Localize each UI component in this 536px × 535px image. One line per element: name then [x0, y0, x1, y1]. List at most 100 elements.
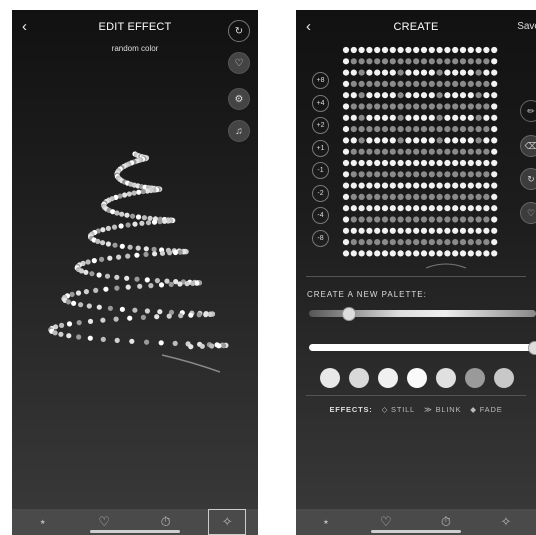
- led-dot[interactable]: [413, 216, 420, 223]
- led-dot[interactable]: [342, 126, 350, 133]
- led-dot[interactable]: [342, 159, 350, 167]
- led-dot[interactable]: [358, 69, 365, 76]
- led-dot[interactable]: [397, 193, 404, 200]
- led-dot[interactable]: [405, 137, 412, 144]
- led-dot[interactable]: [350, 159, 357, 167]
- led-dot[interactable]: [405, 69, 412, 76]
- led-dot[interactable]: [459, 148, 467, 155]
- led-dot[interactable]: [342, 182, 350, 189]
- led-dot[interactable]: [467, 92, 474, 99]
- led-dot[interactable]: [358, 148, 365, 155]
- led-dot[interactable]: [444, 205, 451, 212]
- led-dot[interactable]: [342, 58, 350, 65]
- led-dot[interactable]: [444, 159, 451, 167]
- led-dot[interactable]: [366, 46, 373, 54]
- led-dot[interactable]: [358, 126, 365, 133]
- led-dot[interactable]: [428, 80, 435, 87]
- led-dot[interactable]: [389, 114, 396, 121]
- led-dot[interactable]: [389, 250, 396, 257]
- led-dot[interactable]: [444, 227, 451, 234]
- led-dot[interactable]: [491, 227, 498, 234]
- led-dot[interactable]: [475, 80, 482, 87]
- led-dot[interactable]: [444, 148, 451, 155]
- led-dot[interactable]: [381, 69, 389, 76]
- led-dot[interactable]: [467, 58, 474, 65]
- led-dot[interactable]: [436, 103, 443, 110]
- color-swatch[interactable]: [494, 368, 514, 388]
- led-dot[interactable]: [452, 46, 459, 54]
- led-dot[interactable]: [389, 92, 396, 99]
- led-dot[interactable]: [428, 216, 435, 223]
- led-dot[interactable]: [358, 193, 365, 200]
- led-dot[interactable]: [444, 171, 451, 178]
- led-dot[interactable]: [420, 148, 428, 155]
- led-dot[interactable]: [436, 148, 443, 155]
- led-dot[interactable]: [358, 46, 365, 54]
- led-dot[interactable]: [405, 193, 412, 200]
- led-dot[interactable]: [350, 92, 357, 99]
- led-dot[interactable]: [475, 227, 482, 234]
- led-dot[interactable]: [436, 182, 443, 189]
- led-dot[interactable]: [397, 80, 404, 87]
- effect-still[interactable]: ◇ STILL: [382, 405, 415, 414]
- led-dot[interactable]: [428, 126, 435, 133]
- led-dot[interactable]: [483, 250, 490, 257]
- led-dot[interactable]: [350, 182, 357, 189]
- led-dot[interactable]: [475, 159, 482, 167]
- led-dot[interactable]: [467, 193, 474, 200]
- led-dot[interactable]: [491, 239, 498, 246]
- led-dot[interactable]: [459, 227, 467, 234]
- led-dot[interactable]: [413, 58, 420, 65]
- led-dot[interactable]: [444, 80, 451, 87]
- led-dot[interactable]: [350, 58, 357, 65]
- refresh-icon[interactable]: ↻: [520, 168, 536, 190]
- led-dot[interactable]: [342, 239, 350, 246]
- led-dot[interactable]: [483, 46, 490, 54]
- led-dot[interactable]: [475, 239, 482, 246]
- led-dot[interactable]: [467, 80, 474, 87]
- led-dot[interactable]: [483, 171, 490, 178]
- led-dot[interactable]: [491, 58, 498, 65]
- led-dot[interactable]: [397, 58, 404, 65]
- led-dot[interactable]: [467, 205, 474, 212]
- led-dot[interactable]: [413, 69, 420, 76]
- led-dot[interactable]: [420, 171, 428, 178]
- led-dot[interactable]: [420, 58, 428, 65]
- led-dot[interactable]: [405, 171, 412, 178]
- led-dot[interactable]: [444, 58, 451, 65]
- led-dot[interactable]: [483, 69, 490, 76]
- led-dot[interactable]: [374, 92, 381, 99]
- led-dot[interactable]: [428, 171, 435, 178]
- led-dot[interactable]: [405, 46, 412, 54]
- color-swatch[interactable]: [320, 368, 340, 388]
- led-dot[interactable]: [358, 171, 365, 178]
- led-dot[interactable]: [397, 227, 404, 234]
- led-dot[interactable]: [366, 92, 373, 99]
- led-dot[interactable]: [475, 137, 482, 144]
- led-dot[interactable]: [374, 80, 381, 87]
- led-dot[interactable]: [420, 227, 428, 234]
- led-dot[interactable]: [389, 46, 396, 54]
- tab-effects[interactable]: ✧: [487, 509, 525, 535]
- led-dot[interactable]: [428, 239, 435, 246]
- led-dot[interactable]: [405, 182, 412, 189]
- led-dot[interactable]: [483, 216, 490, 223]
- led-dot[interactable]: [397, 205, 404, 212]
- led-dot[interactable]: [358, 239, 365, 246]
- led-dot[interactable]: [342, 69, 350, 76]
- led-dot[interactable]: [350, 46, 357, 54]
- led-dot[interactable]: [389, 58, 396, 65]
- led-dot[interactable]: [358, 182, 365, 189]
- led-dot[interactable]: [397, 69, 404, 76]
- led-dot[interactable]: [467, 126, 474, 133]
- led-dot[interactable]: [413, 171, 420, 178]
- led-dot[interactable]: [420, 92, 428, 99]
- led-dot[interactable]: [459, 126, 467, 133]
- led-dot[interactable]: [459, 193, 467, 200]
- color-swatch[interactable]: [436, 368, 456, 388]
- led-dot[interactable]: [428, 205, 435, 212]
- led-dot[interactable]: [389, 126, 396, 133]
- led-dot[interactable]: [374, 69, 381, 76]
- led-dot[interactable]: [342, 103, 350, 110]
- led-dot[interactable]: [452, 103, 459, 110]
